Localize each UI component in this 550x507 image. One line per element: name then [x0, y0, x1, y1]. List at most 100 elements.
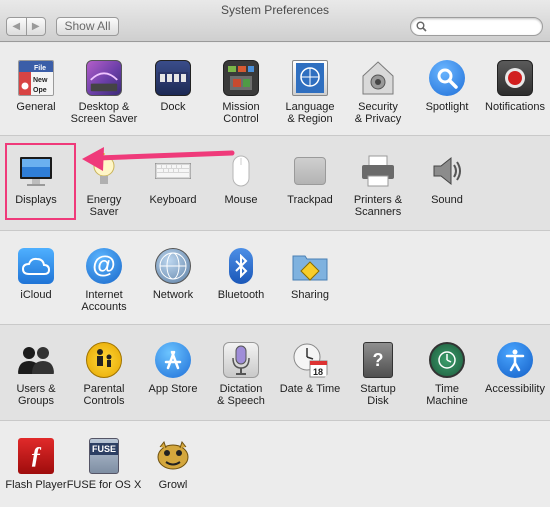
pref-label: Time Machine [426, 383, 468, 407]
pref-label: Language & Region [285, 101, 335, 125]
pref-label: Parental Controls [83, 383, 125, 407]
pref-label: Startup Disk [360, 383, 396, 407]
pref-label: Mouse [224, 194, 258, 206]
pref-sharing[interactable]: Sharing [272, 240, 348, 324]
pref-users-groups[interactable]: Users & Groups [0, 334, 74, 418]
pref-icloud[interactable]: iCloud [0, 240, 74, 324]
time-machine-icon [429, 342, 465, 378]
pref-mission-control[interactable]: Mission Control [203, 52, 279, 136]
pref-network[interactable]: Network [135, 240, 211, 324]
network-icon [155, 248, 191, 284]
sharing-icon [292, 248, 328, 284]
pref-label: Keyboard [149, 194, 197, 206]
sound-icon [429, 153, 465, 189]
pref-label: General [16, 101, 56, 113]
mission-control-icon [223, 60, 259, 96]
pref-startup-disk[interactable]: ? Startup Disk [340, 334, 416, 418]
pref-label: Dock [160, 101, 186, 113]
general-open-text: Ope [33, 87, 47, 94]
pref-bluetooth[interactable]: Bluetooth [203, 240, 279, 324]
pref-energy-saver[interactable]: Energy Saver [66, 145, 142, 229]
pref-flash-player[interactable]: ƒ Flash Player [0, 430, 74, 507]
general-new-text: New [33, 77, 48, 84]
window-titlebar: System Preferences ◀ ▶ Show All [0, 0, 550, 42]
pref-label: Growl [158, 479, 188, 491]
trackpad-icon [294, 157, 326, 185]
bluetooth-icon [229, 248, 253, 284]
fuse-icon-text: FUSE [90, 443, 118, 455]
pref-label: Internet Accounts [81, 289, 127, 313]
fuse-icon: FUSE [89, 438, 119, 474]
search-icon [416, 21, 427, 32]
pref-label: Security & Privacy [354, 101, 402, 125]
pref-accessibility[interactable]: Accessibility [477, 334, 550, 418]
pref-label: Flash Player [5, 479, 67, 491]
parental-controls-icon [86, 342, 122, 378]
pref-label: Accessibility [485, 383, 545, 395]
nav-buttons: ◀ ▶ [6, 17, 46, 36]
energy-saver-icon [86, 153, 122, 189]
pref-growl[interactable]: Growl [135, 430, 211, 507]
icloud-icon [18, 248, 54, 284]
pref-label: Energy Saver [86, 194, 122, 218]
notifications-icon [497, 60, 533, 96]
pref-label: Desktop & Screen Saver [70, 101, 138, 125]
pref-label: Notifications [485, 101, 545, 113]
pref-label: Date & Time [279, 383, 341, 395]
pref-internet-accounts[interactable]: @ Internet Accounts [66, 240, 142, 324]
printers-scanners-icon [360, 153, 396, 189]
security-privacy-icon [360, 60, 396, 96]
pref-label: Spotlight [425, 101, 469, 113]
flash-player-icon: ƒ [18, 438, 54, 474]
chevron-left-icon: ◀ [12, 21, 21, 32]
dictation-speech-icon [223, 342, 259, 378]
pref-mouse[interactable]: Mouse [203, 145, 279, 229]
growl-icon [155, 438, 191, 474]
language-region-icon [292, 60, 328, 96]
general-file-text: File [34, 65, 46, 72]
back-button[interactable]: ◀ [6, 17, 26, 36]
pref-notifications[interactable]: Notifications [477, 52, 550, 136]
show-all-button[interactable]: Show All [56, 17, 119, 36]
pref-label: Network [152, 289, 194, 301]
pref-printers-scanners[interactable]: Printers & Scanners [340, 145, 416, 229]
pref-sound[interactable]: Sound [409, 145, 485, 229]
pref-dictation-speech[interactable]: Dictation & Speech [203, 334, 279, 418]
accessibility-icon [497, 342, 533, 378]
pref-parental-controls[interactable]: Parental Controls [66, 334, 142, 418]
pref-desktop-screen-saver[interactable]: Desktop & Screen Saver [66, 52, 142, 136]
window-title: System Preferences [220, 3, 330, 17]
forward-button[interactable]: ▶ [25, 17, 46, 36]
pref-security-privacy[interactable]: Security & Privacy [340, 52, 416, 136]
pref-date-time[interactable]: 18 Date & Time [272, 334, 348, 418]
general-icon: File New Ope [18, 60, 54, 96]
pref-app-store[interactable]: App Store [135, 334, 211, 418]
chevron-right-icon: ▶ [31, 21, 40, 32]
internet-accounts-icon: @ [86, 248, 122, 284]
pref-label: Bluetooth [217, 289, 265, 301]
pref-label: Trackpad [287, 194, 333, 206]
spotlight-icon [429, 60, 465, 96]
pref-label: Sharing [291, 289, 329, 301]
pref-trackpad[interactable]: Trackpad [272, 145, 348, 229]
pref-fuse[interactable]: FUSE FUSE for OS X [66, 430, 142, 507]
pref-general[interactable]: File New Ope General [0, 52, 74, 136]
users-groups-icon [18, 342, 54, 378]
pref-keyboard[interactable]: Keyboard [135, 145, 211, 229]
pref-spotlight[interactable]: Spotlight [409, 52, 485, 136]
pref-label: Sound [431, 194, 463, 206]
mouse-icon [223, 153, 259, 189]
startup-disk-icon: ? [363, 342, 393, 378]
calendar-day-text: 18 [313, 367, 323, 377]
pref-label: Mission Control [222, 101, 260, 125]
dock-icon [155, 60, 191, 96]
search-field[interactable] [410, 17, 543, 36]
pref-label: Users & Groups [16, 383, 56, 407]
pref-label: Dictation & Speech [217, 383, 265, 407]
pref-label: Printers & Scanners [353, 194, 403, 218]
search-input[interactable] [429, 19, 537, 34]
pref-label: App Store [148, 383, 198, 395]
pref-time-machine[interactable]: Time Machine [409, 334, 485, 418]
pref-dock[interactable]: Dock [135, 52, 211, 136]
pref-language-region[interactable]: Language & Region [272, 52, 348, 136]
